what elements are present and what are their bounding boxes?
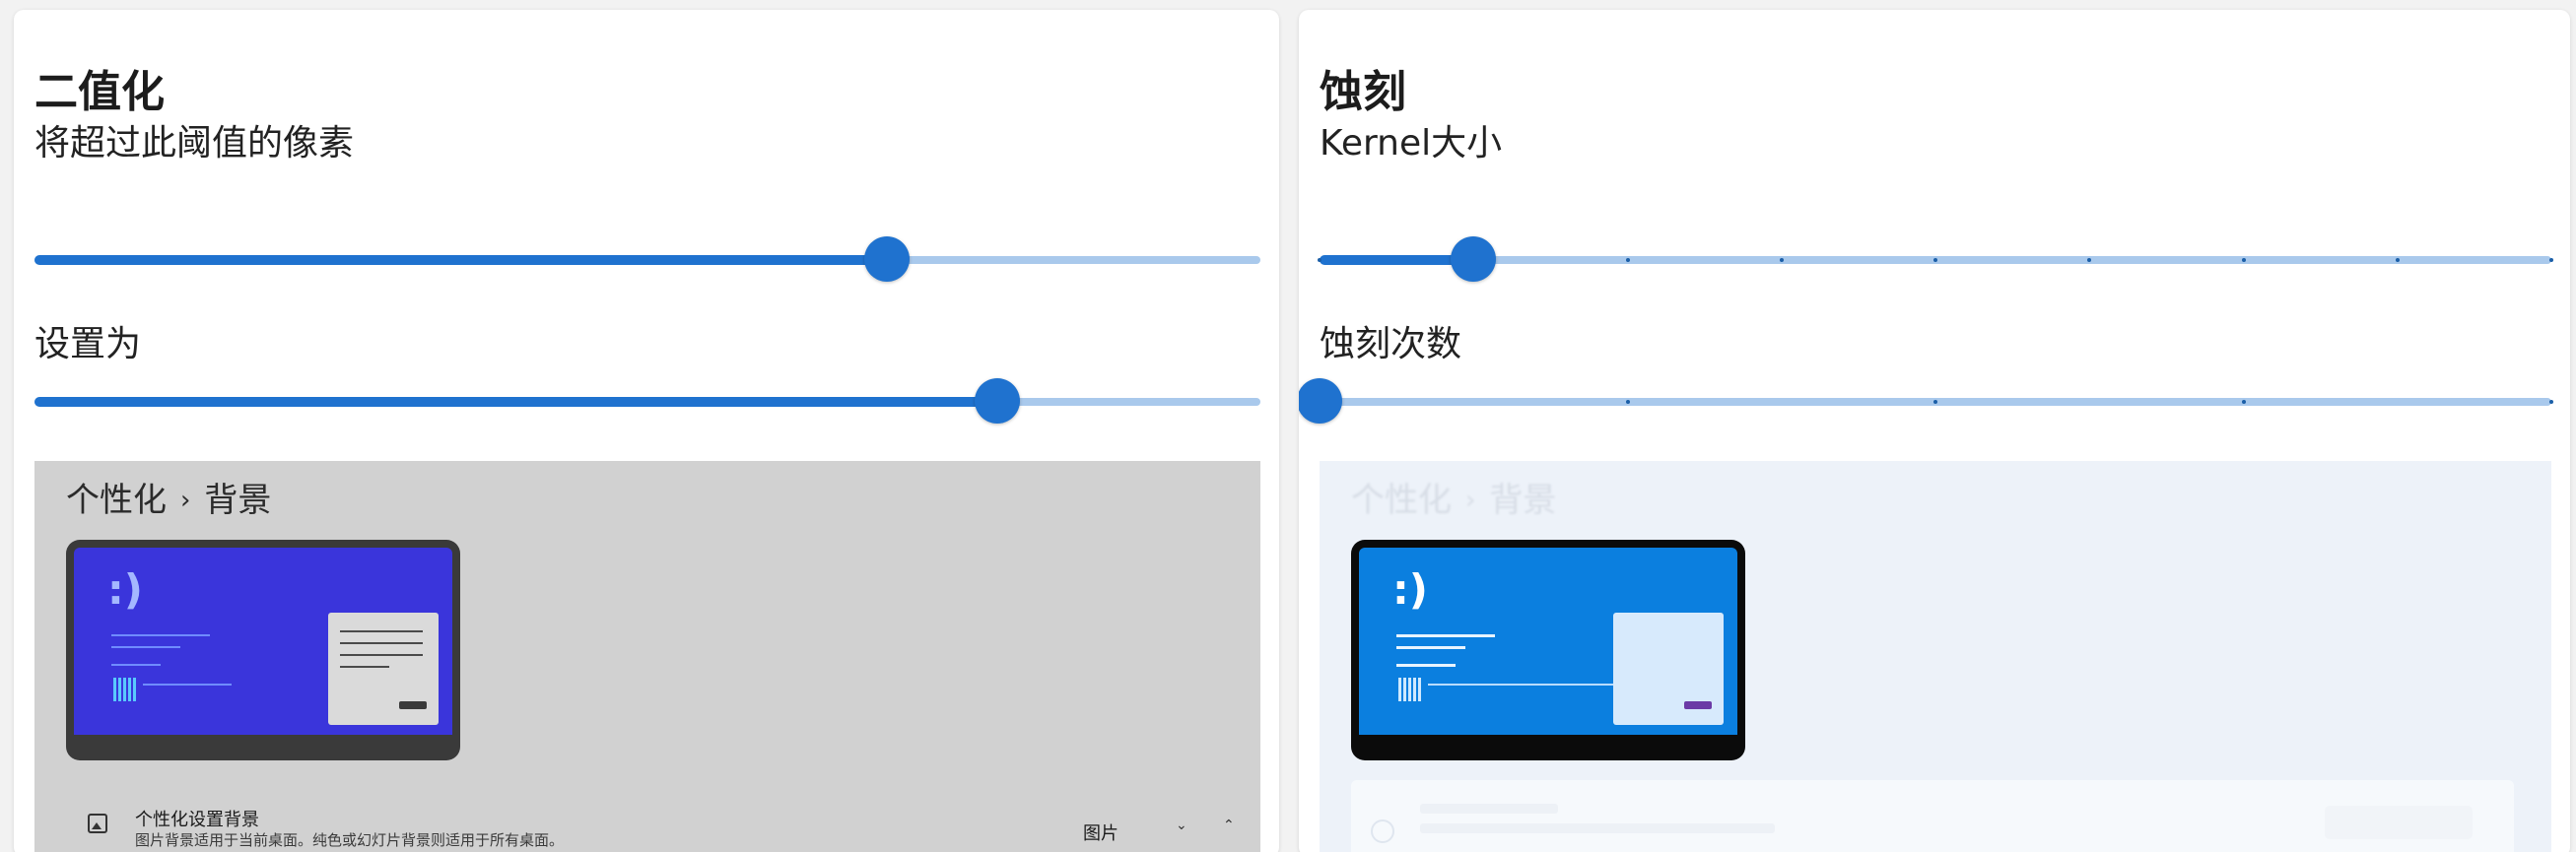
wallpaper-dialog (328, 613, 439, 725)
dialog-button (1684, 701, 1712, 709)
threshold-slider-fill (34, 255, 887, 265)
breadcrumb-current: 背景 (1489, 481, 1557, 520)
breadcrumb-separator: › (1465, 486, 1476, 515)
breadcrumb-parent: 个性化 (66, 481, 167, 520)
slider-tick (2549, 400, 2553, 404)
set-value-slider-thumb[interactable] (974, 378, 1020, 424)
threshold-label: 将超过此阈值的像素 (34, 123, 355, 164)
breadcrumb: 个性化 › 背景 (66, 481, 271, 521)
setting-subtitle: 图片背景适用于当前桌面。纯色或幻灯片背景则适用于所有桌面。 (135, 831, 565, 849)
wallpaper-text-line (111, 664, 161, 666)
qr-code-icon (113, 678, 137, 701)
wallpaper-dialog (1613, 613, 1724, 725)
dialog-button (399, 701, 427, 709)
setting-title: 个性化设置背景 (135, 810, 259, 830)
wallpaper-text-line (1428, 684, 1645, 686)
slider-tick (1318, 258, 1322, 262)
wallpaper-text-line (143, 684, 232, 686)
wallpaper-screen: :) (74, 548, 452, 735)
dialog-line (340, 642, 423, 644)
wallpaper-text-line (1396, 634, 1495, 637)
chevron-up-icon[interactable]: ⌃ (1223, 818, 1235, 833)
slider-tick (1779, 258, 1784, 262)
erode-iterations-slider[interactable] (1299, 378, 2553, 426)
breadcrumb-parent: 个性化 (1351, 481, 1452, 520)
erode-iterations-slider-thumb[interactable] (1299, 378, 1342, 424)
slider-tick (2241, 400, 2246, 404)
eroded-preview: 个性化 › 背景 :) (1320, 461, 2551, 852)
page: 二值化 将超过此阈值的像素 设置为 个性化 › 背景 :) 个性化设置背景 图片… (0, 0, 2576, 852)
slider-tick (1933, 258, 1937, 262)
chevron-down-icon[interactable]: ⌄ (1176, 818, 1187, 833)
desktop-preview-monitor: :) (1351, 540, 1745, 760)
wallpaper-text-line (1396, 646, 1465, 649)
binarized-preview: 个性化 › 背景 :) 个性化设置背景 图片背景适用于当前桌面。纯色或幻灯片背景… (34, 461, 1260, 852)
image-icon (1371, 819, 1394, 843)
threshold-slider[interactable] (34, 236, 1260, 284)
erode-title: 蚀刻 (1320, 67, 1406, 117)
dialog-line (340, 666, 389, 668)
dialog-line (340, 654, 423, 656)
wallpaper-text-line (1396, 664, 1456, 667)
desktop-preview-monitor: :) (66, 540, 460, 760)
binarize-card: 二值化 将超过此阈值的像素 设置为 个性化 › 背景 :) 个性化设置背景 图片… (14, 10, 1279, 852)
slider-tick (2549, 258, 2553, 262)
set-label: 设置为 (34, 324, 142, 364)
kernel-size-label: Kernel大小 (1320, 123, 1503, 164)
wallpaper-text-line (111, 634, 210, 636)
breadcrumb-current: 背景 (204, 481, 272, 520)
faded-text-line (1420, 804, 1558, 814)
slider-tick (1625, 258, 1630, 262)
background-setting-row[interactable] (1351, 780, 2514, 852)
slider-tick (2395, 258, 2400, 262)
breadcrumb-separator: › (180, 486, 191, 515)
image-icon (88, 814, 107, 833)
smiley-glyph: :) (1392, 565, 1428, 614)
kernel-size-slider[interactable] (1318, 236, 2553, 284)
set-value-slider-fill (34, 397, 997, 407)
qr-code-icon (1398, 678, 1422, 701)
dialog-line (340, 630, 423, 632)
binarize-title: 二值化 (34, 67, 165, 117)
erode-card: 蚀刻 Kernel大小 蚀刻次数 个性化 › 背景 :) (1299, 10, 2570, 852)
smiley-glyph: :) (107, 565, 143, 614)
wallpaper-text-line (111, 646, 180, 648)
breadcrumb: 个性化 › 背景 (1351, 481, 1556, 521)
kernel-size-slider-thumb[interactable] (1451, 236, 1497, 282)
set-value-slider[interactable] (34, 378, 1260, 426)
slider-tick (1625, 400, 1630, 404)
erode-iterations-label: 蚀刻次数 (1320, 324, 1462, 364)
slider-tick (2241, 258, 2246, 262)
background-type-dropdown[interactable] (2325, 806, 2473, 839)
background-setting-row[interactable]: 个性化设置背景 图片背景适用于当前桌面。纯色或幻灯片背景则适用于所有桌面。 图片… (66, 784, 1235, 852)
background-type-dropdown[interactable]: 图片 (1083, 819, 1119, 845)
threshold-slider-thumb[interactable] (863, 236, 910, 282)
slider-tick (1933, 400, 1937, 404)
wallpaper-screen: :) (1359, 548, 1737, 735)
faded-text-line (1420, 823, 1775, 833)
